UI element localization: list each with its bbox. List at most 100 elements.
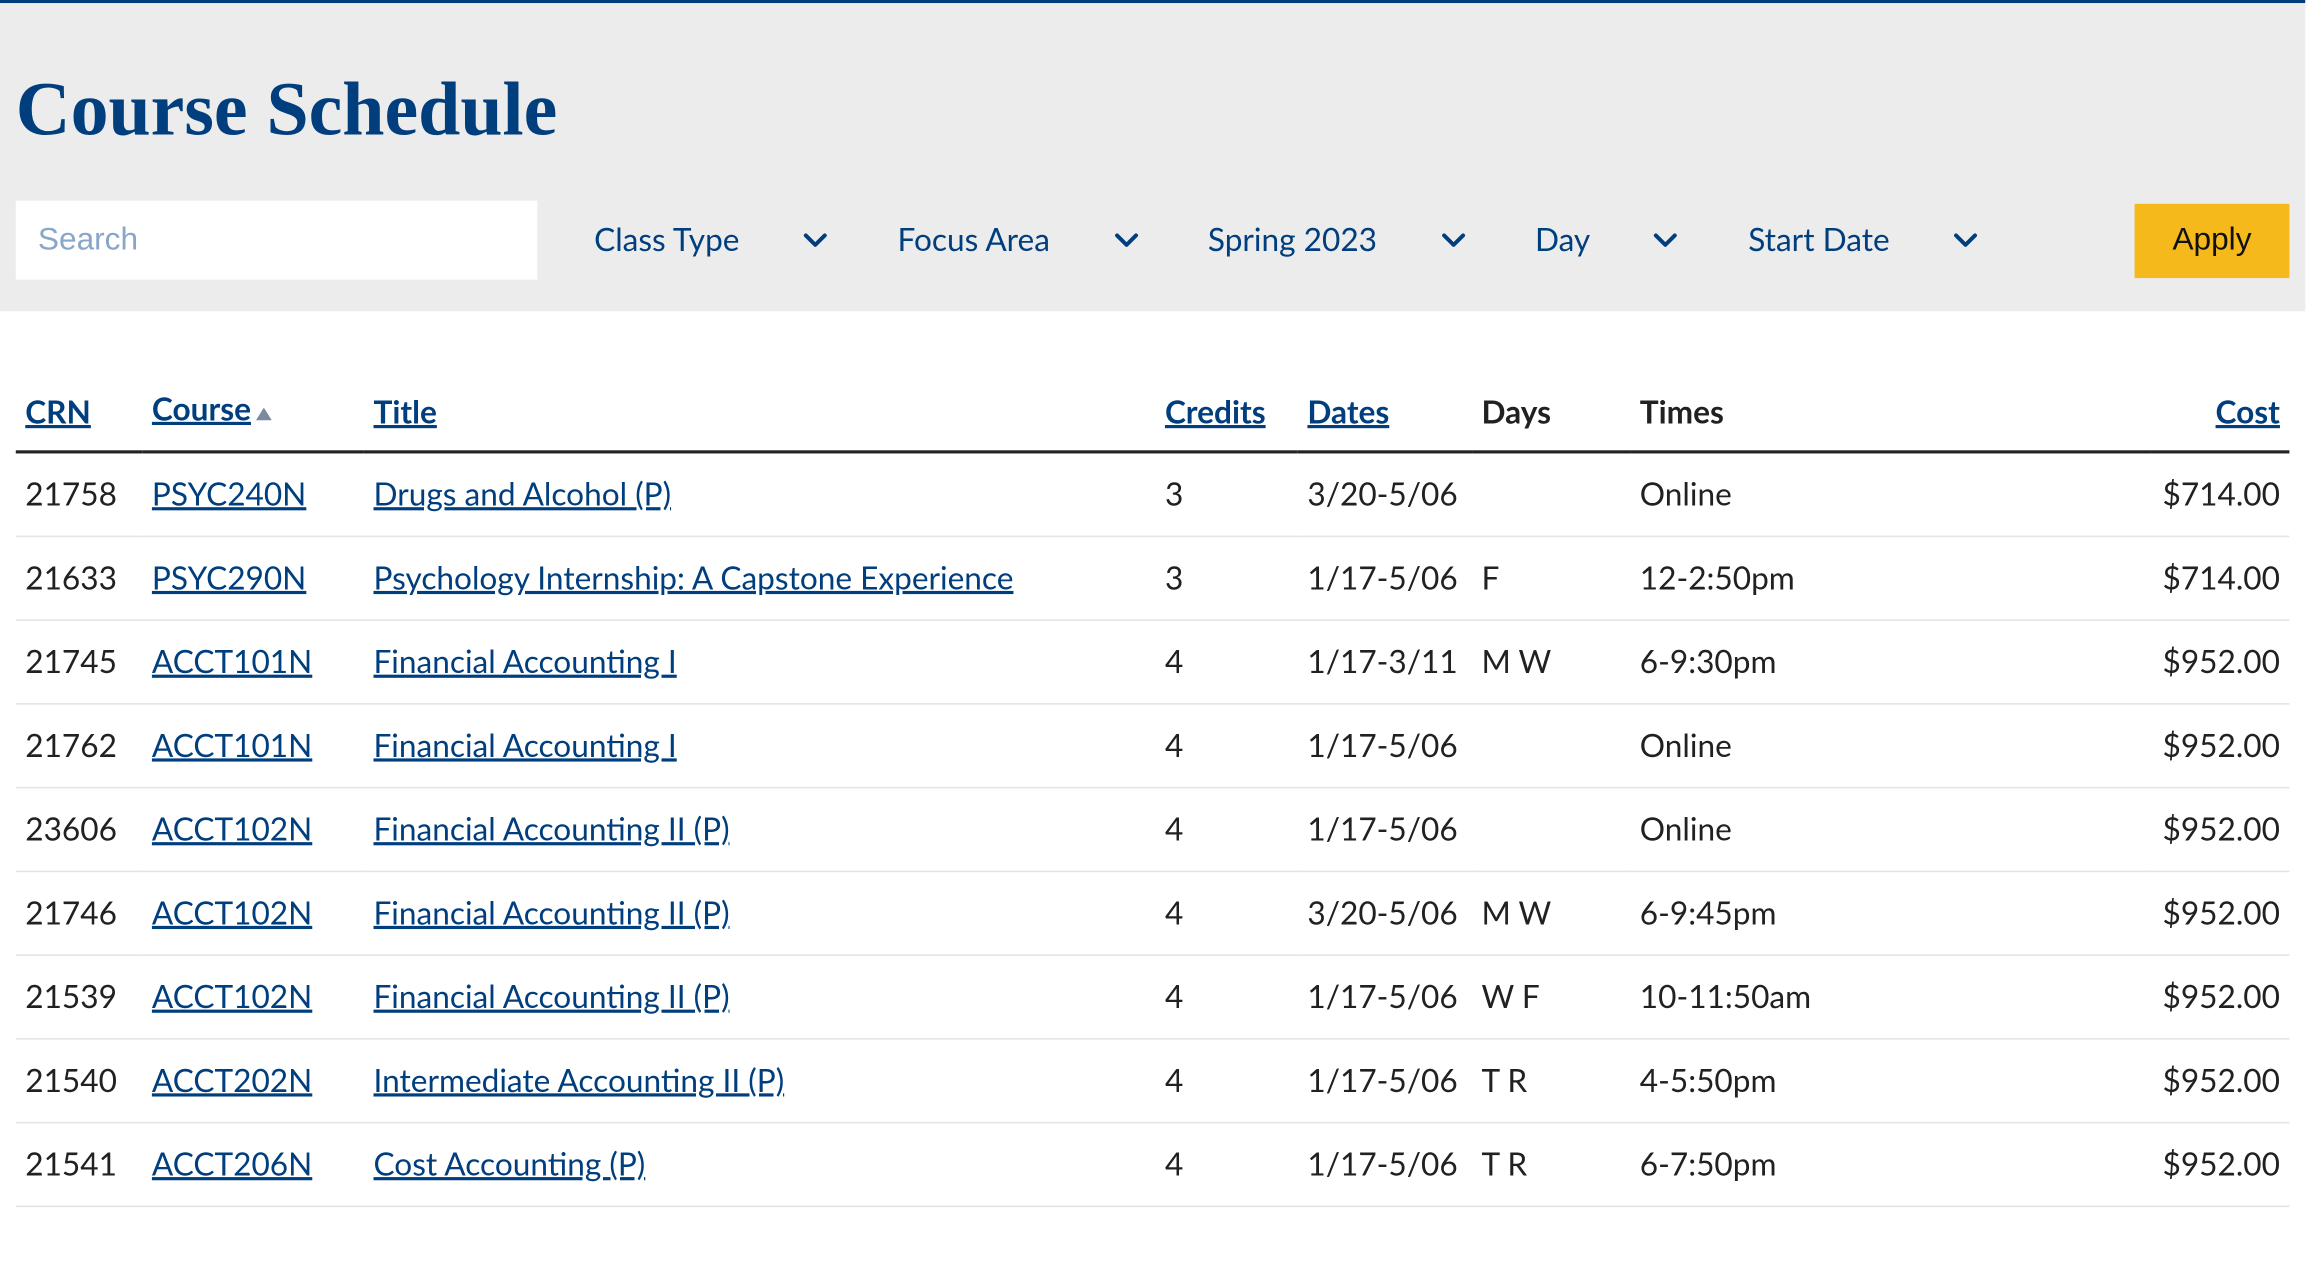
start-date-dropdown[interactable]: Start Date (1736, 205, 1991, 275)
cell-title: Financial Accounting II (P) (364, 787, 1155, 871)
cell-dates: 1/17-3/11 (1298, 620, 1472, 704)
cell-days (1472, 704, 1630, 788)
search-input[interactable] (16, 201, 537, 280)
title-link[interactable]: Financial Accounting I (373, 643, 676, 681)
cell-title: Intermediate Accounting II (P) (364, 1039, 1155, 1123)
title-link[interactable]: Psychology Internship: A Capstone Experi… (373, 559, 1013, 597)
col-header-crn[interactable]: CRN (25, 393, 91, 431)
cell-title: Financial Accounting II (P) (364, 955, 1155, 1039)
cell-title: Psychology Internship: A Capstone Experi… (364, 536, 1155, 620)
cell-credits: 4 (1155, 704, 1297, 788)
cell-course: ACCT202N (142, 1039, 364, 1123)
cell-dates: 1/17-5/06 (1298, 1122, 1472, 1206)
cell-credits: 4 (1155, 620, 1297, 704)
title-link[interactable]: Financial Accounting II (P) (373, 810, 729, 848)
start-date-label: Start Date (1748, 221, 1889, 259)
course-link[interactable]: PSYC240N (152, 475, 306, 513)
cell-days (1472, 452, 1630, 537)
cell-days (1472, 787, 1630, 871)
title-link[interactable]: Cost Accounting (P) (373, 1145, 645, 1183)
cell-times: 6-7:50pm (1630, 1122, 2152, 1206)
cell-title: Financial Accounting I (364, 704, 1155, 788)
title-link[interactable]: Financial Accounting II (P) (373, 978, 729, 1016)
table-row: 21762ACCT101N Financial Accounting I 41/17… (16, 704, 2290, 788)
schedule-table-wrap: CRN Course Title Credits Dates Days Time… (0, 311, 2305, 1207)
cell-dates: 1/17-5/06 (1298, 536, 1472, 620)
cell-times: Online (1630, 704, 2152, 788)
col-header-title[interactable]: Title (373, 393, 436, 431)
cell-crn: 21539 (16, 955, 143, 1039)
cell-cost: $952.00 (2153, 871, 2290, 955)
apply-button[interactable]: Apply (2135, 203, 2290, 277)
cell-course: PSYC290N (142, 536, 364, 620)
table-row: 21746ACCT102N Financial Accounting II (P)… (16, 871, 2290, 955)
cell-cost: $714.00 (2153, 536, 2290, 620)
cell-title: Drugs and Alcohol (P) (364, 452, 1155, 537)
schedule-table: CRN Course Title Credits Dates Days Time… (16, 374, 2290, 1206)
col-header-cost[interactable]: Cost (2216, 393, 2280, 431)
cell-dates: 1/17-5/06 (1298, 704, 1472, 788)
table-row: 21745ACCT101N Financial Accounting I 41/17… (16, 620, 2290, 704)
page-title: Course Schedule (16, 3, 2290, 201)
cell-days: W F (1472, 955, 1630, 1039)
cell-dates: 3/20-5/06 (1298, 452, 1472, 537)
course-link[interactable]: PSYC290N (152, 559, 306, 597)
term-dropdown[interactable]: Spring 2023 (1195, 205, 1478, 275)
chevron-down-icon (803, 228, 828, 253)
table-row: 21633PSYC290NPsychology Internship: A Ca… (16, 536, 2290, 620)
chevron-down-icon (1653, 228, 1678, 253)
sort-asc-icon (254, 393, 273, 431)
cell-credits: 4 (1155, 1122, 1297, 1206)
col-header-dates[interactable]: Dates (1307, 393, 1389, 431)
cell-credits: 3 (1155, 452, 1297, 537)
course-link[interactable]: ACCT101N (152, 643, 312, 681)
cell-times: Online (1630, 787, 2152, 871)
class-type-dropdown[interactable]: Class Type (581, 205, 840, 275)
table-row: 21758PSYC240NDrugs and Alcohol (P)33/20-… (16, 452, 2290, 537)
cell-cost: $952.00 (2153, 955, 2290, 1039)
cell-credits: 4 (1155, 955, 1297, 1039)
focus-area-dropdown[interactable]: Focus Area (885, 205, 1151, 275)
title-link[interactable]: Intermediate Accounting II (P) (373, 1062, 784, 1100)
title-link[interactable]: Financial Accounting I (373, 727, 676, 765)
cell-dates: 3/20-5/06 (1298, 871, 1472, 955)
course-link[interactable]: ACCT102N (152, 894, 312, 932)
col-header-credits[interactable]: Credits (1165, 393, 1266, 431)
filter-bar: Class Type Focus Area Spring 2023 Day St (16, 201, 2290, 280)
cell-course: ACCT101N (142, 704, 364, 788)
cell-crn: 21745 (16, 620, 143, 704)
cell-credits: 4 (1155, 871, 1297, 955)
cell-times: 6-9:45pm (1630, 871, 2152, 955)
chevron-down-icon (1440, 228, 1465, 253)
title-link[interactable]: Financial Accounting II (P) (373, 894, 729, 932)
cell-crn: 23606 (16, 787, 143, 871)
cell-credits: 4 (1155, 787, 1297, 871)
table-row: 21540ACCT202NIntermediate Accounting II … (16, 1039, 2290, 1123)
cell-days: T R (1472, 1122, 1630, 1206)
course-link[interactable]: ACCT102N (152, 978, 312, 1016)
table-row: 21539ACCT102N Financial Accounting II (P)… (16, 955, 2290, 1039)
course-link[interactable]: ACCT206N (152, 1145, 312, 1183)
cell-crn: 21746 (16, 871, 143, 955)
cell-title: Financial Accounting I (364, 620, 1155, 704)
cell-course: ACCT102N (142, 955, 364, 1039)
cell-days: T R (1472, 1039, 1630, 1123)
cell-cost: $952.00 (2153, 704, 2290, 788)
focus-area-label: Focus Area (897, 221, 1049, 259)
cell-times: 6-9:30pm (1630, 620, 2152, 704)
cell-title: Cost Accounting (P) (364, 1122, 1155, 1206)
cell-crn: 21762 (16, 704, 143, 788)
cell-course: ACCT102N (142, 787, 364, 871)
col-header-days: Days (1482, 393, 1551, 431)
header-band: Course Schedule Class Type Focus Area Sp… (0, 3, 2305, 311)
course-link[interactable]: ACCT102N (152, 810, 312, 848)
chevron-down-icon (1113, 228, 1138, 253)
title-link[interactable]: Drugs and Alcohol (P) (373, 475, 671, 513)
cell-times: Online (1630, 452, 2152, 537)
col-header-course[interactable]: Course (152, 390, 251, 428)
course-link[interactable]: ACCT202N (152, 1062, 312, 1100)
cell-days: M W (1472, 620, 1630, 704)
day-dropdown[interactable]: Day (1522, 205, 1691, 275)
cell-cost: $952.00 (2153, 620, 2290, 704)
course-link[interactable]: ACCT101N (152, 727, 312, 765)
